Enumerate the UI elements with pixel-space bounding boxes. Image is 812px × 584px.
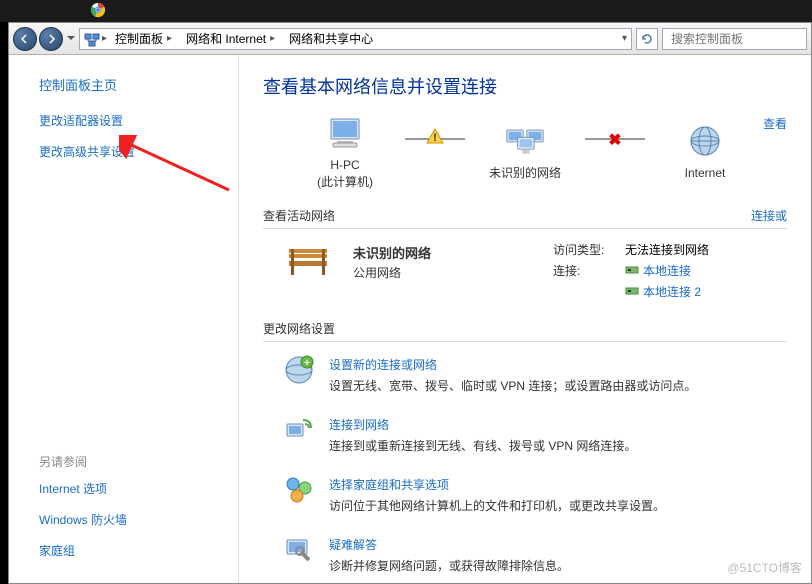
computer-icon xyxy=(325,115,365,151)
sidebar-see-also: 另请参阅 Internet 选项 Windows 防火墙 家庭组 xyxy=(39,453,127,573)
see-also-homegroup[interactable]: 家庭组 xyxy=(39,542,127,559)
connect-network-icon xyxy=(283,414,315,446)
node-internet: Internet xyxy=(635,123,775,182)
content-area: 控制面板主页 更改适配器设置 更改高级共享设置 另请参阅 Internet 选项… xyxy=(9,55,811,583)
crumb-control-panel[interactable]: 控制面板▸ xyxy=(109,30,178,47)
active-network-item: 未识别的网络 公用网络 访问类型: 无法连接到网络 连接: 本地连接 xyxy=(263,241,787,304)
change-settings-heading: 更改网络设置 xyxy=(263,320,787,337)
setting-new-connection: + 设置新的连接或网络 设置无线、宽带、拨号、临时或 VPN 连接；或设置路由器… xyxy=(283,354,787,394)
connect-disconnect-link[interactable]: 连接或 xyxy=(751,207,787,224)
network-map: H-PC(此计算机) ! 未识别的网络 ✖ xyxy=(263,115,787,191)
setting-desc: 访问位于其他网络计算机上的文件和打印机，或更改共享设置。 xyxy=(329,497,665,514)
setting-title[interactable]: 选择家庭组和共享选项 xyxy=(329,476,665,493)
node-this-pc: H-PC(此计算机) xyxy=(275,115,415,191)
see-also-internet-options[interactable]: Internet 选项 xyxy=(39,480,127,497)
sidebar-adapter-settings[interactable]: 更改适配器设置 xyxy=(39,112,238,129)
sidebar-home-link[interactable]: 控制面板主页 xyxy=(39,75,238,94)
main-pane: 查看基本网络信息并设置连接 查看 H-PC(此计算机) ! xyxy=(239,55,811,583)
chrome-icon xyxy=(90,2,106,21)
multi-computer-icon xyxy=(505,123,545,159)
setting-troubleshoot: 疑难解答 诊断并修复网络问题，或获得故障排除信息。 xyxy=(283,534,787,574)
forward-button[interactable] xyxy=(39,27,63,51)
history-dropdown[interactable] xyxy=(65,27,77,51)
setting-homegroup: 选择家庭组和共享选项 访问位于其他网络计算机上的文件和打印机，或更改共享设置。 xyxy=(283,474,787,514)
search-box[interactable] xyxy=(662,28,807,50)
connections-label: 连接: xyxy=(553,262,613,279)
network-center-icon xyxy=(84,31,100,47)
setting-connect-network: 连接到网络 连接到或重新连接到无线、有线、拨号或 VPN 网络连接。 xyxy=(283,414,787,454)
node-unidentified: 未识别的网络 xyxy=(455,123,595,182)
setting-desc: 设置无线、宽带、拨号、临时或 VPN 连接；或设置路由器或访问点。 xyxy=(329,377,696,394)
crumb-network-internet[interactable]: 网络和 Internet▸ xyxy=(180,30,281,47)
globe-icon xyxy=(685,123,725,159)
network-name: 未识别的网络 xyxy=(353,243,533,262)
see-also-title: 另请参阅 xyxy=(39,453,127,470)
access-type-label: 访问类型: xyxy=(553,241,613,258)
svg-text:+: + xyxy=(304,358,310,369)
refresh-button[interactable] xyxy=(636,28,658,50)
nav-bar: ▸ 控制面板▸ 网络和 Internet▸ 网络和共享中心 ▾ xyxy=(9,23,811,55)
chevron-right-icon: ▸ xyxy=(102,33,107,44)
crumb-network-sharing-center[interactable]: 网络和共享中心 xyxy=(283,30,379,47)
settings-list: + 设置新的连接或网络 设置无线、宽带、拨号、临时或 VPN 连接；或设置路由器… xyxy=(263,354,787,574)
see-also-firewall[interactable]: Windows 防火墙 xyxy=(39,511,127,528)
net-line-2: ✖ xyxy=(585,138,645,140)
setting-desc: 连接到或重新连接到无线、有线、拨号或 VPN 网络连接。 xyxy=(329,437,636,454)
setting-title[interactable]: 疑难解答 xyxy=(329,536,569,553)
error-x-icon: ✖ xyxy=(608,130,621,150)
sidebar-advanced-sharing[interactable]: 更改高级共享设置 xyxy=(39,143,238,160)
chevron-down-icon[interactable]: ▾ xyxy=(622,33,631,44)
nic-icon xyxy=(625,265,639,275)
new-connection-icon: + xyxy=(283,354,315,386)
page-title: 查看基本网络信息并设置连接 xyxy=(263,73,787,99)
homegroup-icon xyxy=(283,474,315,506)
park-bench-icon xyxy=(283,241,333,277)
troubleshoot-icon xyxy=(283,534,315,566)
search-input[interactable] xyxy=(671,32,812,46)
setting-title[interactable]: 连接到网络 xyxy=(329,416,636,433)
connection-link-1[interactable]: 本地连接 xyxy=(625,262,691,279)
network-type: 公用网络 xyxy=(353,264,533,281)
nic-icon xyxy=(625,286,639,296)
net-line-1: ! xyxy=(405,138,465,140)
access-type-value: 无法连接到网络 xyxy=(625,241,709,258)
divider xyxy=(263,341,787,342)
explorer-window: ▸ 控制面板▸ 网络和 Internet▸ 网络和共享中心 ▾ 控制面板主页 更… xyxy=(8,22,812,584)
svg-text:!: ! xyxy=(433,132,437,144)
divider xyxy=(263,228,787,229)
sidebar: 控制面板主页 更改适配器设置 更改高级共享设置 另请参阅 Internet 选项… xyxy=(9,55,239,583)
address-bar[interactable]: ▸ 控制面板▸ 网络和 Internet▸ 网络和共享中心 ▾ xyxy=(79,28,632,50)
back-button[interactable] xyxy=(13,27,37,51)
connection-link-2[interactable]: 本地连接 2 xyxy=(625,283,701,300)
setting-title[interactable]: 设置新的连接或网络 xyxy=(329,356,696,373)
setting-desc: 诊断并修复网络问题，或获得故障排除信息。 xyxy=(329,557,569,574)
taskbar xyxy=(0,0,812,22)
active-networks-heading: 查看活动网络 xyxy=(263,207,787,224)
warning-icon: ! xyxy=(426,128,444,147)
